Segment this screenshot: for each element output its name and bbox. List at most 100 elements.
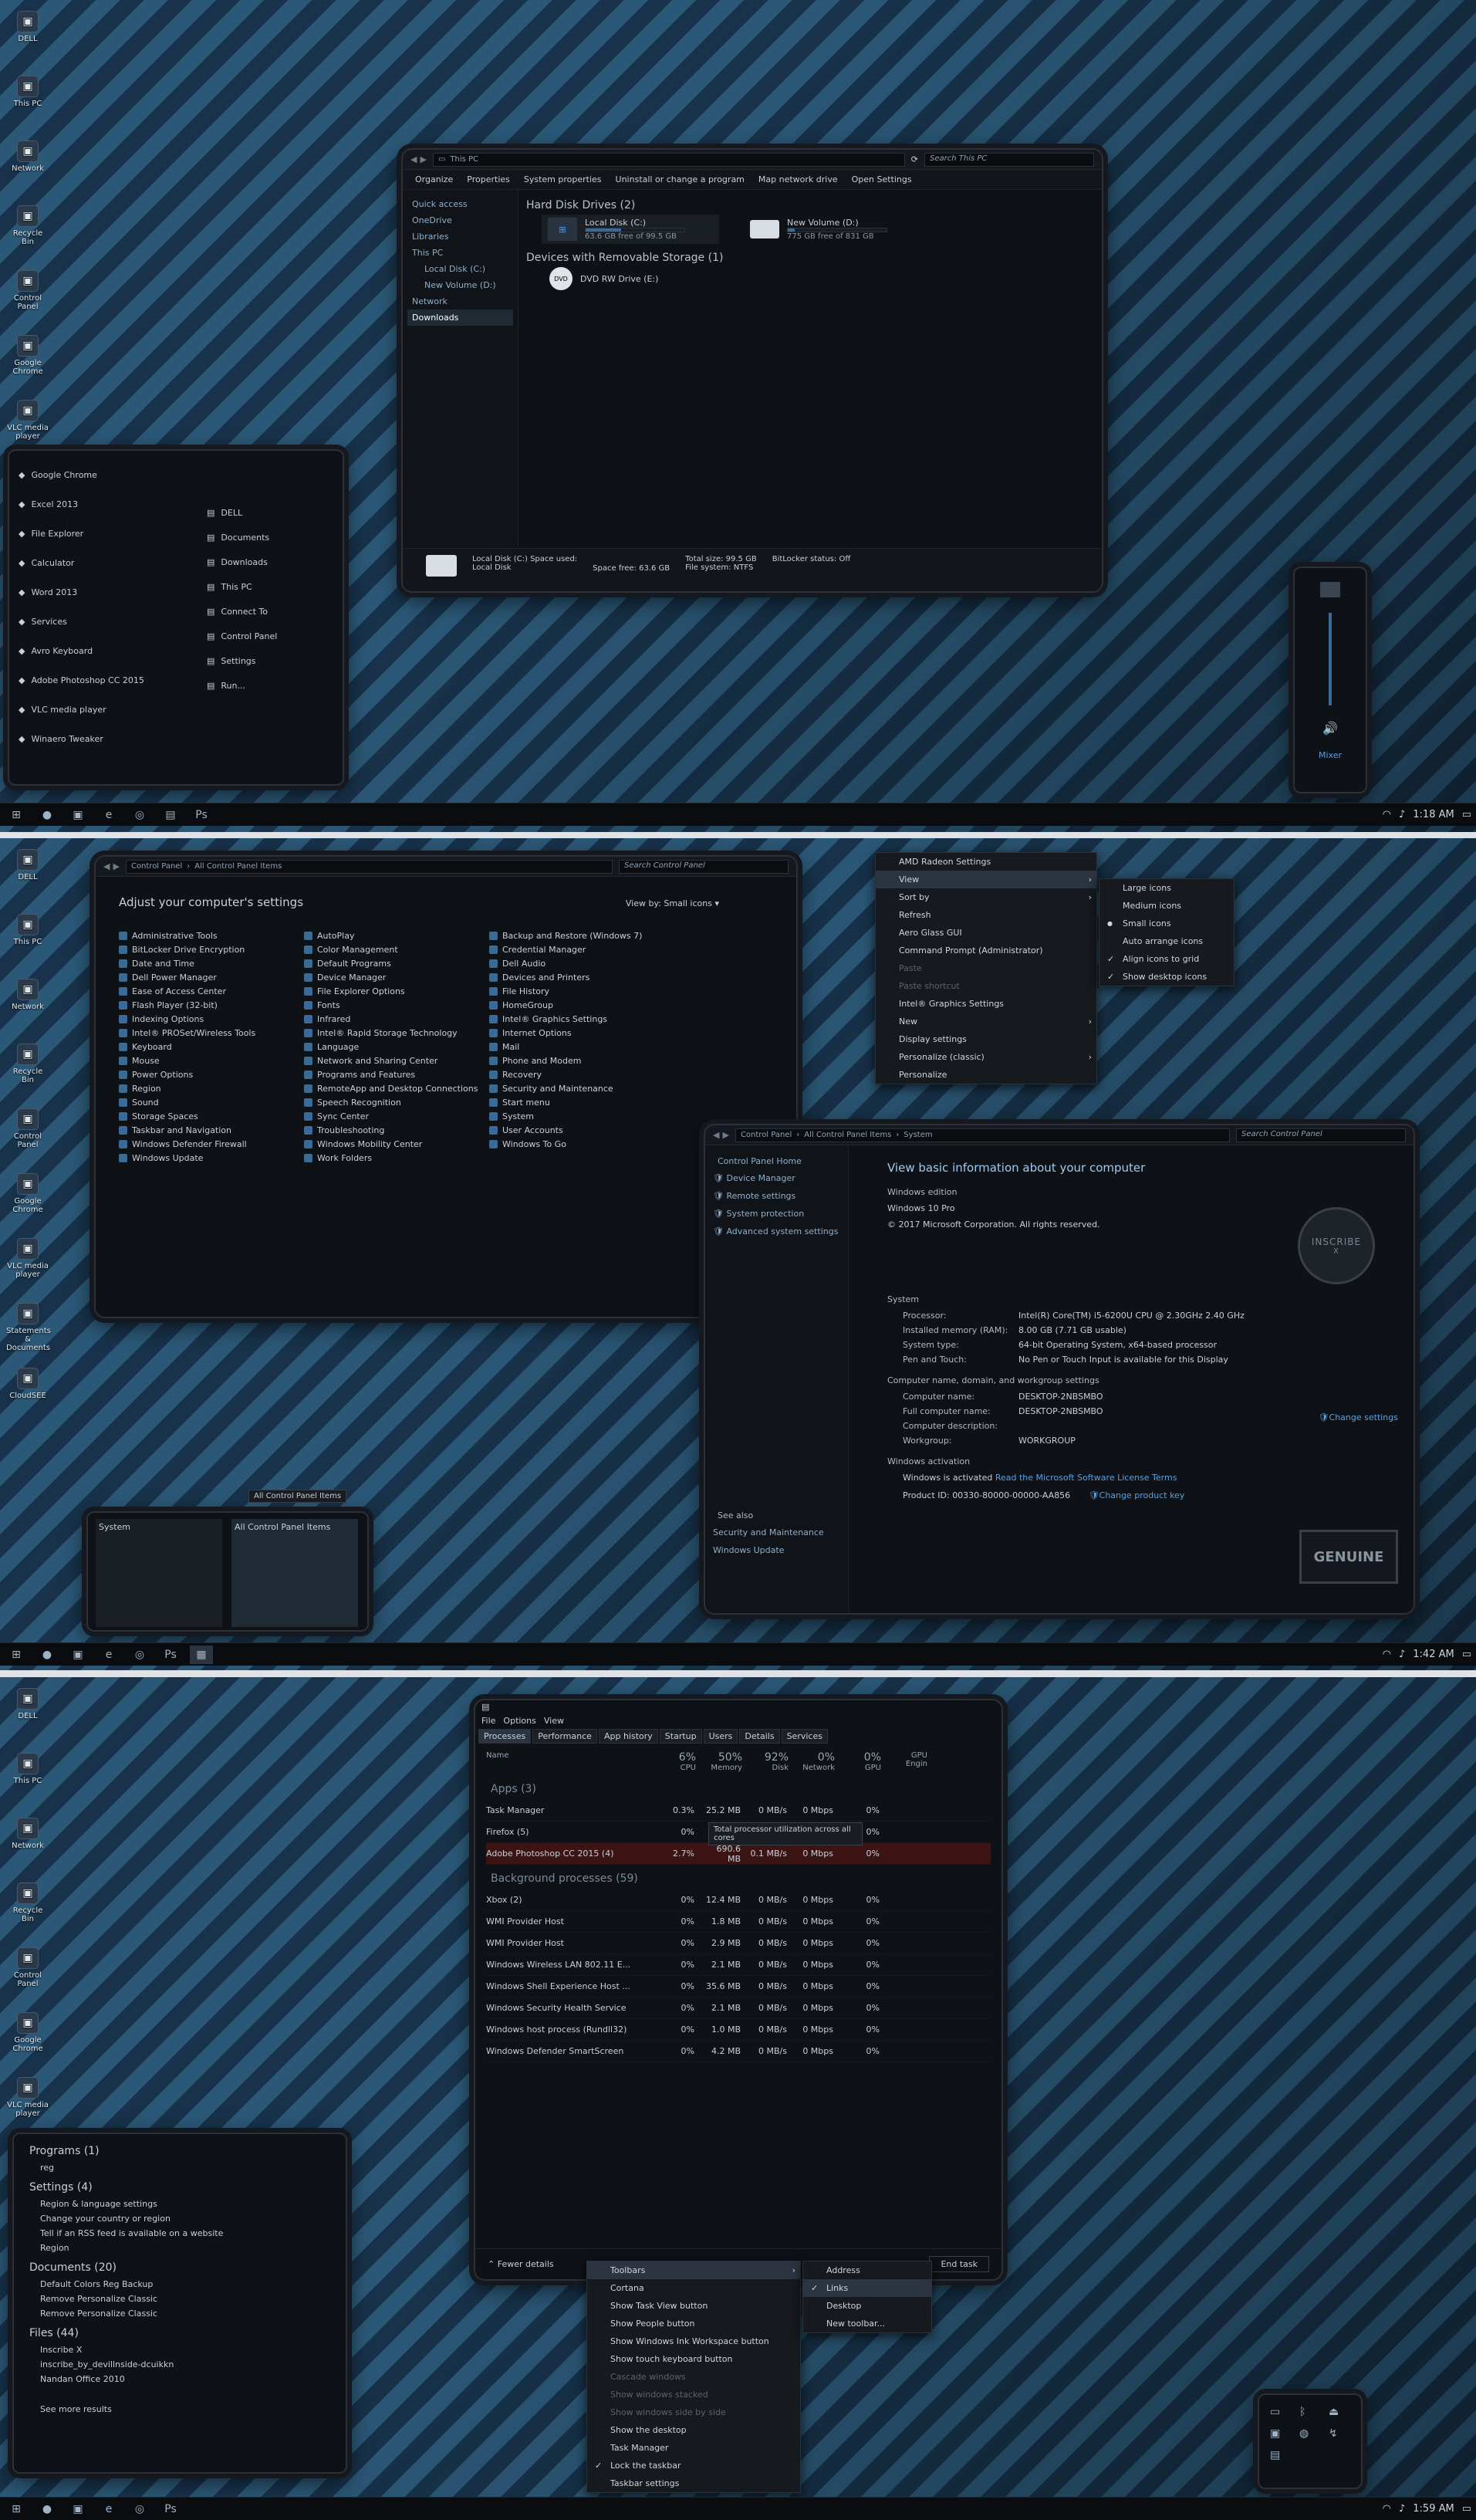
result-item[interactable]: Region: [29, 2241, 330, 2255]
notification-icon[interactable]: ▭: [1462, 2503, 1471, 2515]
tb-ctx-show-windows-stacked[interactable]: Show windows stacked: [587, 2386, 800, 2403]
cp-item-network-and-sharing-center[interactable]: Network and Sharing Center: [304, 1056, 489, 1066]
toolbar-desktop[interactable]: Desktop: [803, 2297, 931, 2315]
cp-item-power-options[interactable]: Power Options: [119, 1070, 304, 1080]
firefox-icon[interactable]: ●: [35, 1646, 59, 1664]
desktop-icon-this-pc[interactable]: ▣ This PC: [6, 914, 49, 946]
table-row[interactable]: Adobe Photoshop CC 2015 (4) 2.7% 690.6 MB 0…: [486, 1843, 991, 1865]
desktop-icon-google-chrome[interactable]: ▣ Google Chrome: [6, 2012, 49, 2053]
start-app-avro-keyboard[interactable]: ◆ Avro Keyboard: [19, 636, 196, 665]
firefox-icon[interactable]: ●: [35, 2500, 59, 2518]
start-button[interactable]: ⊞: [5, 806, 28, 824]
cp-item-taskbar-and-navigation[interactable]: Taskbar and Navigation: [119, 1125, 304, 1135]
desktop-icon-control-panel[interactable]: ▣ Control Panel: [6, 1108, 49, 1149]
ctx-view[interactable]: View: [876, 871, 1096, 888]
tm-menu-view[interactable]: View: [544, 1716, 564, 1726]
ctx-personalize[interactable]: Personalize: [876, 1066, 1096, 1084]
cp-item-file-explorer-options[interactable]: File Explorer Options: [304, 986, 489, 996]
nav-new-volume-d[interactable]: New Volume (D:): [407, 277, 513, 293]
desktop-icon-recycle-bin[interactable]: ▣ Recycle Bin: [6, 1044, 49, 1084]
cp-item-phone-and-modem[interactable]: Phone and Modem: [489, 1056, 674, 1066]
desktop-icon-vlc-media-player[interactable]: ▣ VLC media player: [6, 1238, 49, 1279]
forward-icon[interactable]: ▶: [420, 154, 426, 164]
tb-ctx-taskbar-settings[interactable]: Taskbar settings: [587, 2474, 800, 2492]
see-more-link[interactable]: See more results: [29, 2402, 330, 2417]
photoshop-icon[interactable]: Ps: [159, 2500, 182, 2518]
sys-link-remote-settings[interactable]: 🛡 Remote settings: [713, 1187, 840, 1205]
store-icon[interactable]: ▣: [66, 1646, 90, 1664]
forward-icon[interactable]: ▶: [113, 861, 119, 871]
ctx-intel-graphics-settings[interactable]: Intel® Graphics Settings: [876, 995, 1096, 1013]
cp-home-link[interactable]: Control Panel Home: [713, 1153, 840, 1169]
back-icon[interactable]: ◀: [410, 154, 417, 164]
address-bar[interactable]: ▭ This PC: [432, 152, 905, 167]
result-item[interactable]: Remove Personalize Classic: [29, 2306, 330, 2321]
cp-item-color-management[interactable]: Color Management: [304, 945, 489, 955]
table-row[interactable]: Task Manager 0.3% 25.2 MB 0 MB/s 0 Mbps 0%: [486, 1800, 991, 1822]
cp-item-backup-and-restore-windows-7[interactable]: Backup and Restore (Windows 7): [489, 931, 674, 941]
cp-item-infrared[interactable]: Infrared: [304, 1014, 489, 1024]
cp-item-language[interactable]: Language: [304, 1042, 489, 1052]
cp-item-windows-to-go[interactable]: Windows To Go: [489, 1139, 674, 1149]
table-row[interactable]: Windows host process (Rundll32) 0% 1.0 MB 0…: [486, 2019, 991, 2041]
firefox-icon[interactable]: ●: [35, 806, 59, 824]
tb-ctx-task-manager[interactable]: Task Manager: [587, 2439, 800, 2457]
end-task-button[interactable]: End task: [929, 2256, 989, 2272]
toolbar-organize[interactable]: Organize: [415, 174, 453, 184]
drive-c[interactable]: ⊞ Local Disk (C:) 63.6 GB free of 99.5 GB: [542, 215, 719, 244]
cp-item-default-programs[interactable]: Default Programs: [304, 959, 489, 969]
thumb-system[interactable]: System: [96, 1519, 222, 1627]
tb-ctx-lock-the-taskbar[interactable]: Lock the taskbar: [587, 2457, 800, 2474]
table-row[interactable]: Xbox (2) 0% 12.4 MB 0 MB/s 0 Mbps 0%: [486, 1889, 991, 1911]
nav-onedrive[interactable]: OneDrive: [407, 212, 513, 228]
result-item[interactable]: inscribe_by_devillnside-dcuikkn: [29, 2357, 330, 2372]
cp-taskbar-icon[interactable]: ▦: [190, 1645, 213, 1664]
toolbar-links[interactable]: Links: [803, 2279, 931, 2297]
cp-search-input[interactable]: Search Control Panel: [619, 859, 789, 874]
cp-item-work-folders[interactable]: Work Folders: [304, 1153, 489, 1163]
view-by[interactable]: View by: Small icons ▾: [626, 898, 719, 908]
start-app-vlc-media-player[interactable]: ◆ VLC media player: [19, 695, 196, 724]
cp-item-windows-update[interactable]: Windows Update: [119, 1153, 304, 1163]
chat-icon[interactable]: ▭: [1270, 2406, 1290, 2418]
nav-libraries[interactable]: Libraries: [407, 228, 513, 245]
sys-link-device-manager[interactable]: 🛡 Device Manager: [713, 1169, 840, 1187]
result-item[interactable]: Change your country or region: [29, 2211, 330, 2226]
tb-ctx-cascade-windows[interactable]: Cascade windows: [587, 2368, 800, 2386]
notification-icon[interactable]: ▭: [1462, 1649, 1471, 1660]
result-item[interactable]: Inscribe X: [29, 2342, 330, 2357]
mute-icon[interactable]: 🔊: [1321, 721, 1339, 739]
table-row[interactable]: WMI Provider Host 0% 1.8 MB 0 MB/s 0 Mbps 0%: [486, 1911, 991, 1933]
cp-item-remoteapp-and-desktop-connections[interactable]: RemoteApp and Desktop Connections: [304, 1084, 489, 1094]
tm-tab-performance[interactable]: Performance: [532, 1729, 597, 1744]
result-item[interactable]: Region & language settings: [29, 2197, 330, 2211]
edge-icon[interactable]: e: [97, 1646, 120, 1664]
edge-icon[interactable]: e: [97, 806, 120, 824]
result-item[interactable]: Remove Personalize Classic: [29, 2292, 330, 2306]
table-row[interactable]: Windows Defender SmartScreen 0% 4.2 MB 0 MB…: [486, 2041, 991, 2062]
ctx-new[interactable]: New: [876, 1013, 1096, 1030]
start-place-run[interactable]: ▤ Run...: [207, 673, 330, 698]
toolbar-new-toolbar[interactable]: New toolbar...: [803, 2315, 931, 2332]
change-key-link[interactable]: 🛡Change product key: [1089, 1490, 1185, 1500]
ctx-refresh[interactable]: Refresh: [876, 906, 1096, 924]
start-app-google-chrome[interactable]: ◆ Google Chrome: [19, 460, 196, 489]
ctx-paste-shortcut[interactable]: Paste shortcut: [876, 977, 1096, 995]
volume-icon[interactable]: ♪: [1399, 1649, 1405, 1660]
nav-local-disk-c[interactable]: Local Disk (C:): [407, 261, 513, 277]
forward-icon[interactable]: ▶: [722, 1130, 728, 1140]
cp-item-autoplay[interactable]: AutoPlay: [304, 931, 489, 941]
sys-address-bar[interactable]: Control Panel › All Control Panel Items › Sy…: [735, 1128, 1230, 1142]
tray-app4-icon[interactable]: ▤: [1270, 2449, 1290, 2461]
change-settings-link[interactable]: 🛡Change settings: [1319, 1412, 1398, 1422]
cp-item-dell-power-manager[interactable]: Dell Power Manager: [119, 972, 304, 983]
tm-menu-options[interactable]: Options: [503, 1716, 535, 1726]
ctx-personalize-classic[interactable]: Personalize (classic): [876, 1048, 1096, 1066]
cp-item-internet-options[interactable]: Internet Options: [489, 1028, 674, 1038]
sys-link-system-protection[interactable]: 🛡 System protection: [713, 1205, 840, 1223]
tb-ctx-toolbars[interactable]: Toolbars: [587, 2261, 800, 2279]
tm-col-disk[interactable]: 92% Disk: [748, 1751, 795, 1772]
tm-col-gpu-engin[interactable]: GPU Engin: [887, 1751, 934, 1772]
tm-col-memory[interactable]: 50% Memory: [702, 1751, 748, 1772]
start-place-documents[interactable]: ▤ Documents: [207, 525, 330, 550]
